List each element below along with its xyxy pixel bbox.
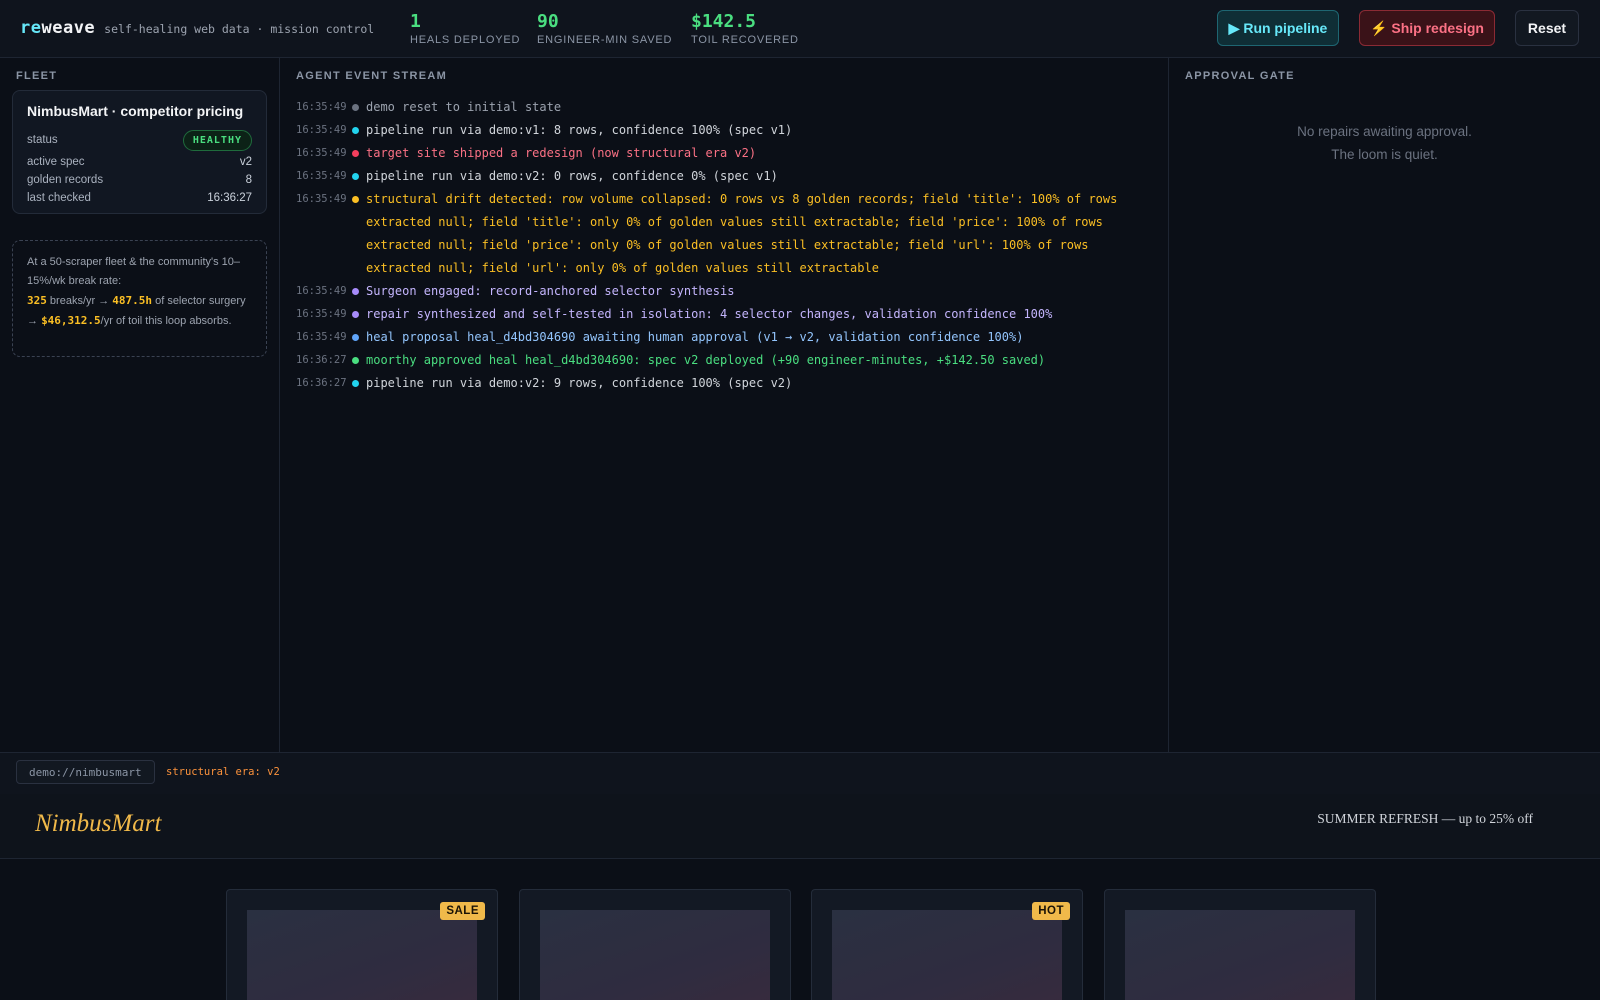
preview-url-bar: demo://nimbusmart structural era: v2 [0, 752, 1600, 794]
event-text: pipeline run via demo:v2: 9 rows, confid… [366, 376, 793, 390]
preview-url[interactable]: demo://nimbusmart [16, 760, 155, 784]
fleet-card-name: NimbusMart · competitor pricing [27, 103, 244, 119]
approval-gate-panel: APPROVAL GATE No repairs awaiting approv… [1169, 58, 1600, 752]
site-promo: SUMMER REFRESH — up to 25% off [1317, 811, 1533, 826]
reset-button[interactable]: Reset [1515, 10, 1579, 46]
event-row: 16:35:49 pipeline run via demo:v1: 8 rows… [296, 119, 1156, 142]
event-status-dot-icon [348, 326, 366, 349]
product-image [832, 910, 1062, 1000]
run-pipeline-button[interactable]: ▶ Run pipeline [1217, 10, 1339, 46]
event-text: target site shipped a redesign (now stru… [366, 146, 757, 160]
product-image [1125, 910, 1355, 1000]
event-status-dot-icon [348, 142, 366, 165]
event-time: 16:35:49 [296, 124, 347, 136]
stat-heals-deployed: 1 HEALS DEPLOYED [410, 11, 521, 46]
event-status-dot-icon [348, 372, 366, 395]
approval-empty-state: No repairs awaiting approval. The loom i… [1297, 124, 1472, 162]
event-time: 16:35:49 [296, 285, 347, 297]
event-status-dot-icon [348, 349, 366, 372]
event-text: pipeline run via demo:v2: 0 rows, confid… [366, 169, 778, 183]
fleet-toil-note: At a 50-scraper fleet & the community's … [12, 240, 267, 357]
product-card[interactable]: SALE [226, 889, 498, 1000]
stat-engineer-min-saved: 90 ENGINEER-MIN SAVED [537, 11, 673, 46]
event-text: Surgeon engaged: record-anchored selecto… [366, 284, 735, 298]
event-row: 16:35:49 Surgeon engaged: record-anchored… [296, 280, 1156, 303]
event-time: 16:35:49 [296, 101, 347, 113]
event-status-dot-icon [348, 96, 366, 119]
event-row: 16:35:49 heal proposal heal_d4bd304690 aw… [296, 326, 1156, 349]
event-time: 16:36:27 [296, 354, 347, 366]
event-stream-title: AGENT EVENT STREAM [296, 70, 448, 82]
product-tag: SALE [440, 902, 485, 920]
event-time: 16:35:49 [296, 308, 347, 320]
event-time: 16:35:49 [296, 170, 347, 182]
fleet-card[interactable]: NimbusMart · competitor pricing status H… [12, 90, 267, 214]
event-time: 16:35:49 [296, 331, 347, 343]
event-text: structural drift detected: row volume co… [366, 192, 1118, 275]
event-status-dot-icon [348, 165, 366, 188]
event-row: 16:35:49 target site shipped a redesign (… [296, 142, 1156, 165]
event-time: 16:36:27 [296, 377, 347, 389]
product-card[interactable] [519, 889, 791, 1000]
brand-logo: reweave [20, 18, 96, 38]
fleet-panel: FLEET NimbusMart · competitor pricing st… [0, 58, 280, 752]
event-text: heal proposal heal_d4bd304690 awaiting h… [366, 330, 1024, 344]
event-row: 16:35:49 structural drift detected: row v… [296, 188, 1156, 280]
status-badge: HEALTHY [182, 129, 252, 151]
brand: reweave self-healing web data · mission … [20, 18, 374, 38]
product-card[interactable] [1104, 889, 1376, 1000]
approval-gate-title: APPROVAL GATE [1185, 70, 1295, 82]
fleet-checked-row: last checked 16:36:27 [27, 192, 252, 204]
stat-toil-recovered: $142.5 TOIL RECOVERED [691, 11, 799, 46]
fleet-status-row: status HEALTHY [27, 129, 252, 151]
fleet-title: FLEET [16, 70, 58, 82]
fleet-golden-row: golden records 8 [27, 174, 252, 186]
product-image [540, 910, 770, 1000]
structural-era-label: structural era: v2 [166, 766, 280, 778]
event-status-dot-icon [348, 280, 366, 303]
brand-tagline: self-healing web data · mission control [104, 22, 375, 36]
fleet-spec-row: active spec v2 [27, 156, 252, 168]
event-status-dot-icon [348, 303, 366, 326]
site-header: NimbusMart SUMMER REFRESH — up to 25% of… [0, 794, 1600, 859]
event-row: 16:36:27 moorthy approved heal heal_d4bd3… [296, 349, 1156, 372]
event-row: 16:36:27 pipeline run via demo:v2: 9 rows… [296, 372, 1156, 395]
event-list[interactable]: 16:35:49 demo reset to initial state 16:35… [296, 96, 1156, 395]
product-image [247, 910, 477, 1000]
product-tag: HOT [1032, 902, 1070, 920]
event-status-dot-icon [348, 119, 366, 142]
product-card[interactable]: HOT [811, 889, 1083, 1000]
ship-redesign-button[interactable]: ⚡ Ship redesign [1359, 10, 1495, 46]
event-text: demo reset to initial state [366, 100, 562, 114]
event-text: repair synthesized and self-tested in is… [366, 307, 1053, 321]
event-time: 16:35:49 [296, 193, 347, 205]
event-stream-panel: AGENT EVENT STREAM 16:35:49 demo reset to… [280, 58, 1169, 752]
top-bar: reweave self-healing web data · mission … [0, 0, 1600, 58]
event-row: 16:35:49 demo reset to initial state [296, 96, 1156, 119]
event-row: 16:35:49 repair synthesized and self-test… [296, 303, 1156, 326]
site-logo[interactable]: NimbusMart [35, 810, 161, 838]
event-row: 16:35:49 pipeline run via demo:v2: 0 rows… [296, 165, 1156, 188]
product-grid: SALE HOT [0, 859, 1600, 1000]
event-text: pipeline run via demo:v1: 8 rows, confid… [366, 123, 793, 137]
event-text: moorthy approved heal heal_d4bd304690: s… [366, 353, 1046, 367]
event-status-dot-icon [348, 188, 366, 211]
event-time: 16:35:49 [296, 147, 347, 159]
